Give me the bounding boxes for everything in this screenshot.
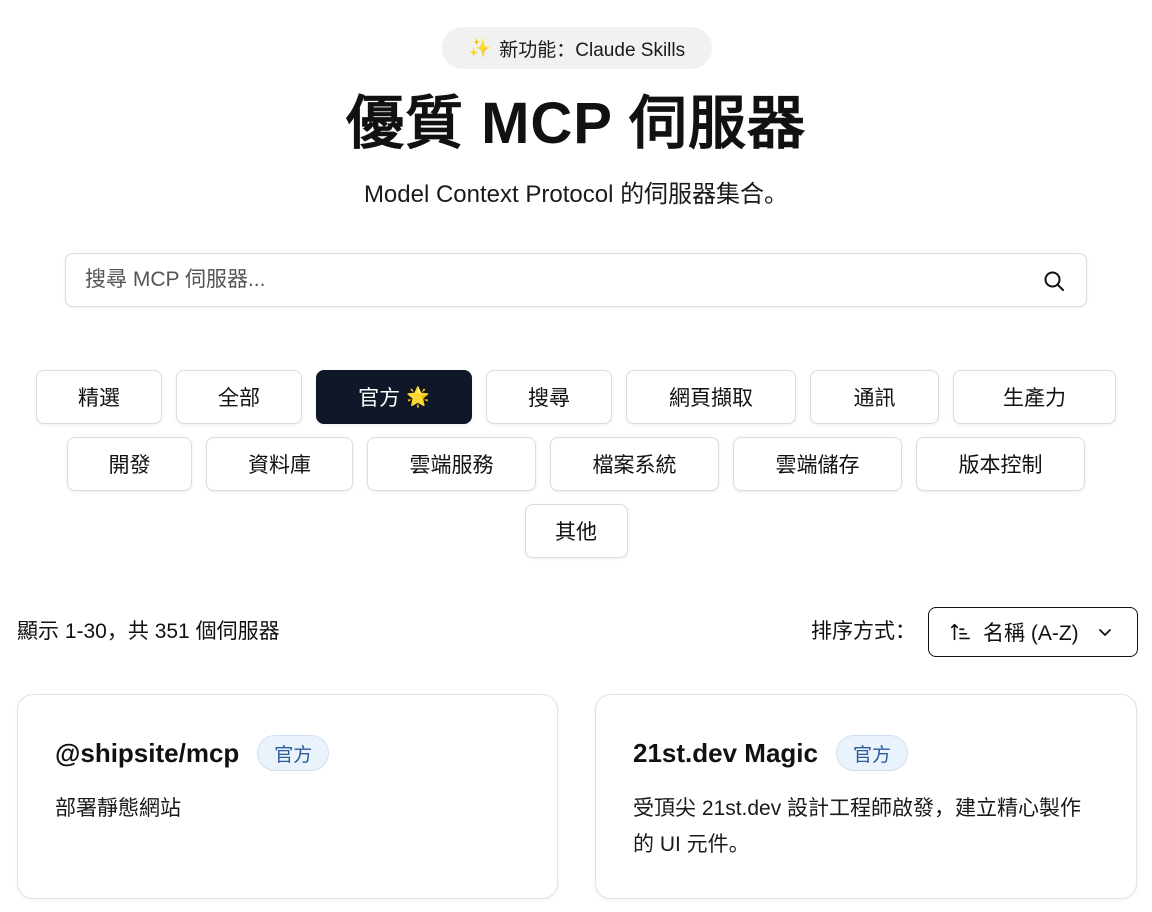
official-badge: 官方 [835,735,908,771]
category-chip-database[interactable]: 資料庫 [206,437,353,491]
category-row-1: 精選 全部 官方 🌟 搜尋 網頁擷取 通訊 生產力 [0,370,1152,424]
sort-value: 名稱 (A-Z) [983,622,1079,645]
card-description: 部署靜態網站 [55,797,181,820]
server-card[interactable]: @shipsite/mcp 官方 部署靜態網站 [17,694,558,899]
card-title: 21st.dev Magic [633,737,818,768]
category-chip-development[interactable]: 開發 [67,437,192,491]
sort-label: 排序方式： [811,620,916,643]
server-card[interactable]: 21st.dev Magic 官方 受頂尖 21st.dev 設計工程師啟發，建… [595,694,1137,899]
announcement-pill[interactable]: ✨ 新功能：Claude Skills [442,27,712,69]
category-chip-featured[interactable]: 精選 [36,370,162,424]
card-header: 21st.dev Magic 官方 [633,735,908,771]
category-chip-cloud-services[interactable]: 雲端服務 [367,437,536,491]
category-chip-all[interactable]: 全部 [176,370,302,424]
page-subtitle: Model Context Protocol 的伺服器集合。 [363,181,789,208]
page-title: 優質 MCP 伺服器 [345,91,807,156]
category-chip-communication[interactable]: 通訊 [810,370,939,424]
category-chip-search[interactable]: 搜尋 [486,370,612,424]
search-box [65,253,1087,307]
card-title: @shipsite/mcp [55,737,240,768]
sort-select[interactable]: 名稱 (A-Z) [928,607,1138,657]
category-row-3: 其他 [0,504,1152,558]
category-chip-productivity[interactable]: 生產力 [953,370,1116,424]
announcement-text: 新功能：Claude Skills [499,39,686,61]
category-chip-other[interactable]: 其他 [524,504,628,558]
category-chip-version-control[interactable]: 版本控制 [916,437,1085,491]
card-description: 受頂尖 21st.dev 設計工程師啟發，建立精心製作的 UI 元件。 [633,797,1082,856]
result-count: 顯示 1-30，共 351 個伺服器 [17,620,280,643]
category-chip-file-system[interactable]: 檔案系統 [550,437,719,491]
category-chip-official[interactable]: 官方 🌟 [316,370,472,424]
search-icon[interactable] [1042,269,1066,293]
official-badge: 官方 [257,735,330,771]
card-header: @shipsite/mcp 官方 [55,735,330,771]
sparkle-icon: ✨ [468,37,492,58]
star-icon: 🌟 [406,387,430,408]
category-chip-web-scraping[interactable]: 網頁擷取 [626,370,796,424]
category-row-2: 開發 資料庫 雲端服務 檔案系統 雲端儲存 版本控制 [0,437,1152,491]
search-input[interactable] [66,254,1026,306]
category-chip-cloud-storage[interactable]: 雲端儲存 [733,437,902,491]
sort-ascending-icon [950,623,970,641]
chevron-down-icon [1098,629,1111,636]
